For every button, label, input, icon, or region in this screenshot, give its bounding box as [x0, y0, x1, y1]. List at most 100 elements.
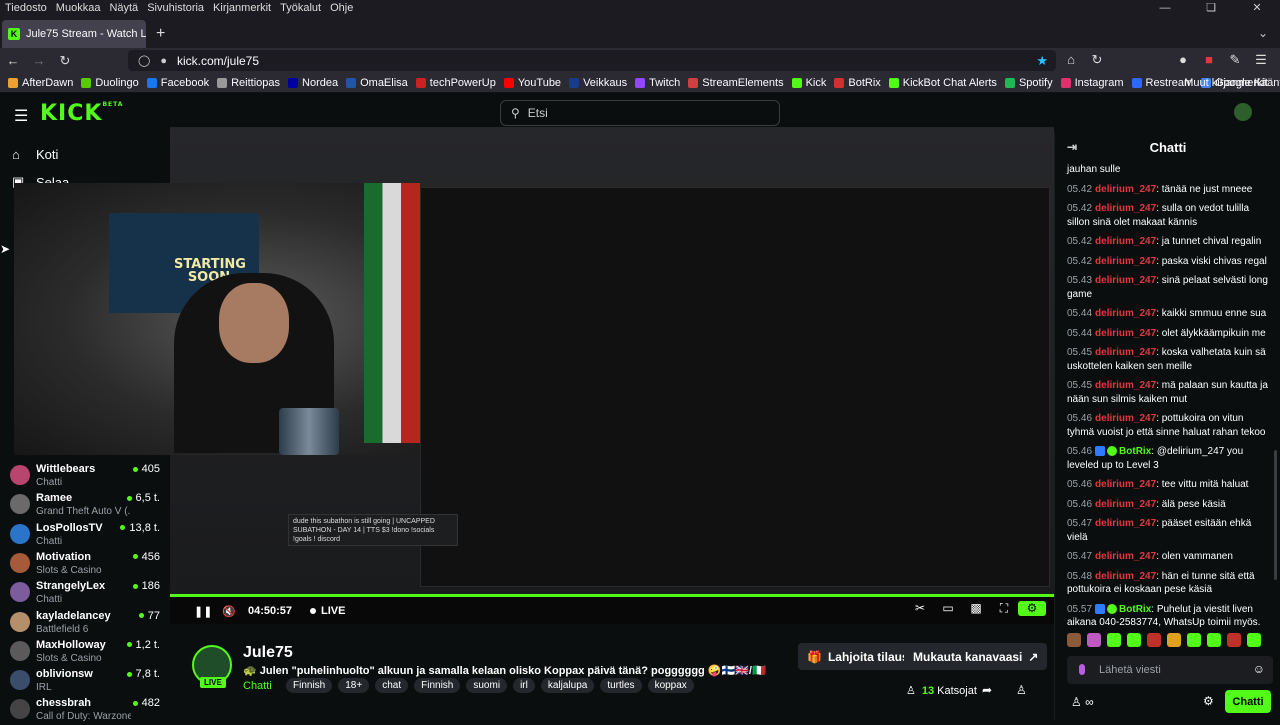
- other-bookmarks[interactable]: Muut kirjanmerkit: [1184, 77, 1268, 89]
- emote-icon[interactable]: [1087, 633, 1101, 647]
- live-indicator[interactable]: LIVE: [310, 605, 345, 617]
- bookmark-item[interactable]: techPowerUp: [415, 77, 496, 89]
- chat-username[interactable]: delirium_247: [1095, 256, 1156, 267]
- user-avatar[interactable]: [1234, 103, 1252, 121]
- bookmark-item[interactable]: Spotify: [1004, 77, 1053, 89]
- menu-item[interactable]: Kirjanmerkit: [213, 2, 271, 14]
- extension-badge-icon[interactable]: ■: [1196, 52, 1222, 68]
- bookmark-item[interactable]: Duolingo: [81, 77, 139, 89]
- emote-icon[interactable]: [1107, 633, 1121, 647]
- chat-username[interactable]: delirium_247: [1095, 308, 1156, 319]
- sidebar-channel[interactable]: oblivionsw IRL 7,8 t.: [10, 667, 160, 696]
- browser-tab[interactable]: K Jule75 Stream - Watch Live on Ki ✕: [2, 20, 146, 48]
- bookmark-star-icon[interactable]: ★: [1036, 53, 1048, 69]
- minimize-icon[interactable]: —: [1142, 0, 1188, 16]
- emote-icon[interactable]: [1207, 633, 1221, 647]
- extensions-icon[interactable]: ✎: [1222, 52, 1248, 68]
- bookmark-item[interactable]: KickBot Chat Alerts: [888, 77, 997, 89]
- chat-username[interactable]: delirium_247: [1095, 413, 1156, 424]
- stream-tag[interactable]: irl: [513, 678, 535, 693]
- fullscreen-icon[interactable]: ⛶: [990, 601, 1018, 616]
- settings-gear-icon[interactable]: ⚙: [1018, 601, 1046, 616]
- menu-hamburger-icon[interactable]: ☰: [14, 106, 28, 126]
- bookmark-item[interactable]: Veikkaus: [569, 77, 627, 89]
- bookmark-item[interactable]: Facebook: [146, 77, 209, 89]
- maximize-icon[interactable]: ❏: [1188, 0, 1234, 16]
- bookmark-item[interactable]: BotRix: [834, 77, 881, 89]
- menu-item[interactable]: Työkalut: [280, 2, 321, 14]
- tab-list-chevron-icon[interactable]: ⌄: [1258, 26, 1268, 40]
- chat-username[interactable]: delirium_247: [1095, 203, 1156, 214]
- pip-icon[interactable]: ▩: [962, 601, 990, 616]
- home-icon[interactable]: ⌂: [1058, 52, 1084, 68]
- emote-icon[interactable]: [1167, 633, 1181, 647]
- chat-username[interactable]: BotRix: [1119, 446, 1151, 457]
- sidebar-channel[interactable]: Wittlebears Chatti 405: [10, 462, 160, 491]
- stream-tag[interactable]: 18+: [338, 678, 370, 693]
- sidebar-channel[interactable]: Motivation Slots & Casino 456: [10, 550, 160, 579]
- chat-username[interactable]: delirium_247: [1095, 551, 1156, 562]
- close-icon[interactable]: ✕: [1234, 0, 1280, 16]
- emote-icon[interactable]: [1127, 633, 1141, 647]
- chat-username[interactable]: BotRix: [1119, 604, 1151, 615]
- sidebar-channel[interactable]: StrangelyLex Chatti 186: [10, 579, 160, 608]
- reload-icon[interactable]: ↻: [52, 53, 78, 69]
- chat-send-button[interactable]: Chatti: [1225, 690, 1271, 713]
- menu-item[interactable]: Näytä: [109, 2, 138, 14]
- bookmark-item[interactable]: Nordea: [288, 77, 338, 89]
- menu-item[interactable]: Ohje: [330, 2, 353, 14]
- forward-icon[interactable]: →: [26, 53, 52, 68]
- chat-settings-gear-icon[interactable]: ⚙: [1203, 694, 1214, 708]
- play-pause-icon[interactable]: ❚❚: [194, 605, 212, 618]
- chat-username[interactable]: delirium_247: [1095, 275, 1156, 286]
- chat-username[interactable]: delirium_247: [1095, 347, 1156, 358]
- shield-icon[interactable]: ◯: [138, 54, 150, 67]
- account-icon[interactable]: ●: [1170, 52, 1196, 68]
- kick-logo[interactable]: KICKBETA: [40, 101, 123, 126]
- menu-item[interactable]: Sivuhistoria: [147, 2, 204, 14]
- emote-icon[interactable]: [1227, 633, 1241, 647]
- url-text[interactable]: kick.com/jule75: [177, 54, 259, 68]
- stream-tag[interactable]: kaljalupa: [540, 678, 595, 693]
- url-bar[interactable]: ◯ ● kick.com/jule75 ★: [128, 50, 1056, 71]
- sidebar-channel[interactable]: Ramee Grand Theft Auto V (... 6,5 t.: [10, 491, 160, 520]
- stream-tag[interactable]: koppax: [647, 678, 694, 693]
- bookmark-item[interactable]: StreamElements: [688, 77, 784, 89]
- bookmark-item[interactable]: Instagram: [1060, 77, 1124, 89]
- back-icon[interactable]: ←: [0, 53, 26, 68]
- app-menu-icon[interactable]: ☰: [1248, 52, 1274, 68]
- chat-username[interactable]: delirium_247: [1095, 328, 1156, 339]
- share-icon[interactable]: ➦: [982, 683, 992, 697]
- chat-username[interactable]: delirium_247: [1095, 518, 1156, 529]
- stream-tag[interactable]: Finnish: [286, 678, 333, 693]
- bookmark-item[interactable]: OmaElisa: [346, 77, 408, 89]
- volume-muted-icon[interactable]: 🔇: [222, 605, 236, 618]
- collapse-chat-icon[interactable]: ⇥: [1067, 140, 1077, 154]
- chat-username[interactable]: delirium_247: [1095, 236, 1156, 247]
- sync-icon[interactable]: ↻: [1084, 52, 1110, 68]
- stream-category[interactable]: Chatti: [243, 680, 272, 692]
- sidebar-channel[interactable]: LosPollosTV Chatti 13,8 t.: [10, 521, 160, 550]
- chat-message-input[interactable]: Lähetä viesti ☺: [1067, 656, 1273, 684]
- sidebar-channel[interactable]: chessbrah Call of Duty: Warzone 482: [10, 696, 160, 725]
- chat-actions[interactable]: ♙ ∞: [1071, 695, 1094, 709]
- stream-tag[interactable]: chat: [375, 678, 409, 693]
- lock-icon[interactable]: ●: [160, 55, 167, 67]
- emote-icon[interactable]: [1247, 633, 1261, 647]
- streamer-name[interactable]: Jule75: [243, 644, 293, 662]
- bookmark-item[interactable]: Twitch: [635, 77, 680, 89]
- mic-icon[interactable]: [1079, 664, 1085, 675]
- chat-scrollbar[interactable]: [1274, 450, 1277, 580]
- chat-username[interactable]: delirium_247: [1095, 479, 1156, 490]
- customize-channel-button[interactable]: Mukauta kanavaasi ↗: [904, 643, 1048, 670]
- theater-mode-icon[interactable]: ▭: [934, 601, 962, 616]
- emote-icon[interactable]: [1067, 633, 1081, 647]
- sidebar-item-home[interactable]: ⌂ Koti: [12, 147, 58, 162]
- clip-icon[interactable]: ✂: [906, 601, 934, 616]
- chat-username[interactable]: delirium_247: [1095, 380, 1156, 391]
- chat-username[interactable]: delirium_247: [1095, 184, 1156, 195]
- follow-user-icon[interactable]: ♙: [1016, 683, 1027, 697]
- sidebar-channel[interactable]: MaxHolloway Slots & Casino 1,2 t.: [10, 638, 160, 667]
- emoji-icon[interactable]: ☺: [1253, 662, 1265, 676]
- stream-tag[interactable]: suomi: [466, 678, 508, 693]
